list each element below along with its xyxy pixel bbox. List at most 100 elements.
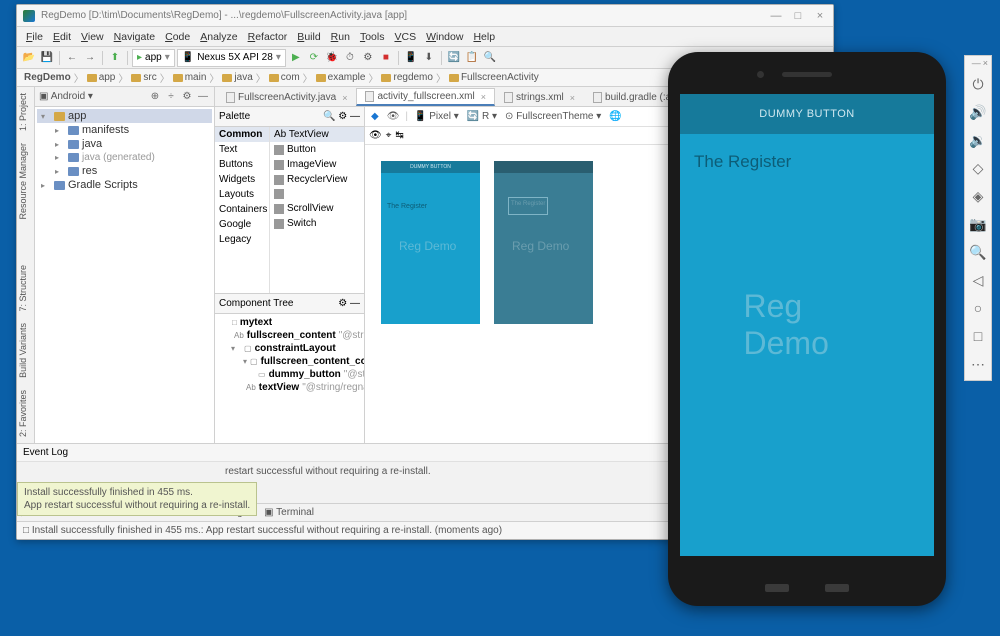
menu-refactor[interactable]: Refactor	[243, 31, 293, 43]
minimize-button[interactable]: —	[769, 9, 783, 23]
palette-search-icon[interactable]: 🔍	[323, 111, 335, 122]
tree-item[interactable]: ▸java (generated)	[37, 151, 212, 164]
emulator-control-button[interactable]: ⏻	[965, 70, 991, 98]
menu-vcs[interactable]: VCS	[389, 31, 421, 43]
emulator-control-button[interactable]: 🔊	[965, 98, 991, 126]
component-tree-body[interactable]: □ mytextAb fullscreen_content "@string/r…	[215, 314, 364, 443]
close-button[interactable]: ×	[813, 9, 827, 23]
emulator-screen[interactable]: DUMMY BUTTON The Register Reg Demo	[680, 94, 934, 556]
breadcrumb-item[interactable]: main	[170, 72, 210, 83]
apply-changes-icon[interactable]: ⟳	[306, 50, 322, 66]
structure-icon[interactable]: 📋	[464, 50, 480, 66]
palette-item[interactable]: Button	[270, 142, 364, 157]
emulator-control-button[interactable]: ⋯	[965, 350, 991, 378]
component-tree-item[interactable]: □ mytext	[217, 316, 362, 329]
palette-category[interactable]: Common	[215, 127, 269, 142]
sync-icon[interactable]: 🔄	[446, 50, 462, 66]
component-tree-item[interactable]: ▭ dummy_button "@str...	[217, 368, 362, 381]
menu-analyze[interactable]: Analyze	[195, 31, 242, 43]
maximize-button[interactable]: □	[791, 9, 805, 23]
device-select[interactable]: 📱 Pixel ▾	[412, 111, 461, 122]
component-tree-item[interactable]: Ab textView "@string/regname"	[217, 381, 362, 394]
palette-category[interactable]: Legacy	[215, 232, 269, 247]
back-icon[interactable]: ←	[64, 50, 80, 66]
editor-tab[interactable]: FullscreenActivity.java×	[217, 89, 356, 106]
menu-file[interactable]: File	[21, 31, 48, 43]
arrow-icon[interactable]: ↹	[395, 130, 403, 141]
emulator-control-button[interactable]: □	[965, 322, 991, 350]
emu-minimize-icon[interactable]: —	[972, 58, 981, 68]
component-tree-item[interactable]: ▾▢ constraintLayout	[217, 342, 362, 355]
settings-icon[interactable]: ⚙	[180, 90, 194, 104]
editor-tab[interactable]: strings.xml×	[495, 89, 584, 106]
make-icon[interactable]: ⬆	[107, 50, 123, 66]
forward-icon[interactable]: →	[82, 50, 98, 66]
palette-item[interactable]: Switch	[270, 216, 364, 231]
palette-category[interactable]: Text	[215, 142, 269, 157]
hide-icon[interactable]: —	[196, 90, 210, 104]
breadcrumb-item[interactable]: java	[219, 72, 255, 83]
project-view-dropdown[interactable]: ▣ Android ▾	[39, 91, 93, 102]
tree-item[interactable]: ▸manifests	[37, 123, 212, 137]
palette-settings-icon[interactable]: ⚙	[338, 111, 347, 122]
emulator-control-button[interactable]: ◁	[965, 266, 991, 294]
orientation-select[interactable]: 🔄 R ▾	[465, 111, 499, 122]
collapse-icon[interactable]: ÷	[164, 90, 178, 104]
palette-categories[interactable]: CommonTextButtonsWidgetsLayoutsContainer…	[215, 127, 270, 293]
search-icon[interactable]: 🔍	[482, 50, 498, 66]
project-tab[interactable]: 1: Project	[17, 87, 34, 137]
view-options-icon[interactable]: 👁	[385, 111, 402, 122]
menu-code[interactable]: Code	[160, 31, 195, 43]
component-tree-item[interactable]: Ab fullscreen_content "@string/r...	[217, 329, 362, 342]
palette-category[interactable]: Google	[215, 217, 269, 232]
menu-tools[interactable]: Tools	[355, 31, 390, 43]
blueprint-preview[interactable]: The Register Reg Demo	[494, 161, 593, 324]
device-dropdown[interactable]: 📱Nexus 5X API 28 ▾	[177, 49, 286, 67]
avd-icon[interactable]: 📱	[403, 50, 419, 66]
eye-icon[interactable]: 👁	[369, 130, 382, 141]
palette-category[interactable]: Containers	[215, 202, 269, 217]
menu-build[interactable]: Build	[292, 31, 325, 43]
menu-edit[interactable]: Edit	[48, 31, 76, 43]
emulator-control-button[interactable]: ◈	[965, 182, 991, 210]
design-mode-icon[interactable]: ◆	[369, 111, 381, 122]
editor-tab[interactable]: activity_fullscreen.xml×	[356, 88, 495, 106]
profile-icon[interactable]: ⏱	[342, 50, 358, 66]
menu-window[interactable]: Window	[421, 31, 468, 43]
menu-view[interactable]: View	[76, 31, 109, 43]
sdk-icon[interactable]: ⬇	[421, 50, 437, 66]
run-config-dropdown[interactable]: ▸app ▾	[132, 49, 175, 67]
stop-icon[interactable]: ■	[378, 50, 394, 66]
breadcrumb-item[interactable]: src	[128, 72, 159, 83]
palette-items[interactable]: Ab TextViewButtonImageViewRecyclerViewSc…	[270, 127, 364, 293]
emulator-control-button[interactable]: ○	[965, 294, 991, 322]
theme-select[interactable]: ⊙ FullscreenTheme ▾	[503, 111, 603, 122]
menu-help[interactable]: Help	[468, 31, 500, 43]
palette-category[interactable]: Widgets	[215, 172, 269, 187]
breadcrumb-item[interactable]: regdemo	[378, 72, 435, 83]
breadcrumb-item[interactable]: FullscreenActivity	[446, 72, 542, 83]
build-variants-tab[interactable]: Build Variants	[17, 317, 34, 384]
emulator-control-button[interactable]: 📷	[965, 210, 991, 238]
run-icon[interactable]: ▶	[288, 50, 304, 66]
design-preview[interactable]: DUMMY BUTTON The Register Reg Demo	[381, 161, 480, 324]
breadcrumb-item[interactable]: com	[266, 72, 303, 83]
open-icon[interactable]: 📂	[21, 50, 37, 66]
palette-item[interactable]: RecyclerView	[270, 172, 364, 187]
emu-close-icon[interactable]: ×	[983, 58, 988, 68]
component-tree-item[interactable]: ▾▢ fullscreen_content_controls	[217, 355, 362, 368]
emulator-control-button[interactable]: 🔍	[965, 238, 991, 266]
emulator-dummy-button[interactable]: DUMMY BUTTON	[680, 94, 934, 134]
emulator-control-button[interactable]: 🔉	[965, 126, 991, 154]
palette-item[interactable]: ScrollView	[270, 201, 364, 216]
palette-item[interactable]: ImageView	[270, 157, 364, 172]
select-opened-icon[interactable]: ⊕	[148, 90, 162, 104]
menu-run[interactable]: Run	[326, 31, 355, 43]
palette-item[interactable]	[270, 187, 364, 201]
emulator-control-button[interactable]: ◇	[965, 154, 991, 182]
save-icon[interactable]: 💾	[39, 50, 55, 66]
palette-category[interactable]: Buttons	[215, 157, 269, 172]
magnet-icon[interactable]: ⌖	[386, 130, 392, 141]
ct-settings-icon[interactable]: ⚙	[338, 298, 347, 309]
tree-item[interactable]: ▾app	[37, 109, 212, 123]
